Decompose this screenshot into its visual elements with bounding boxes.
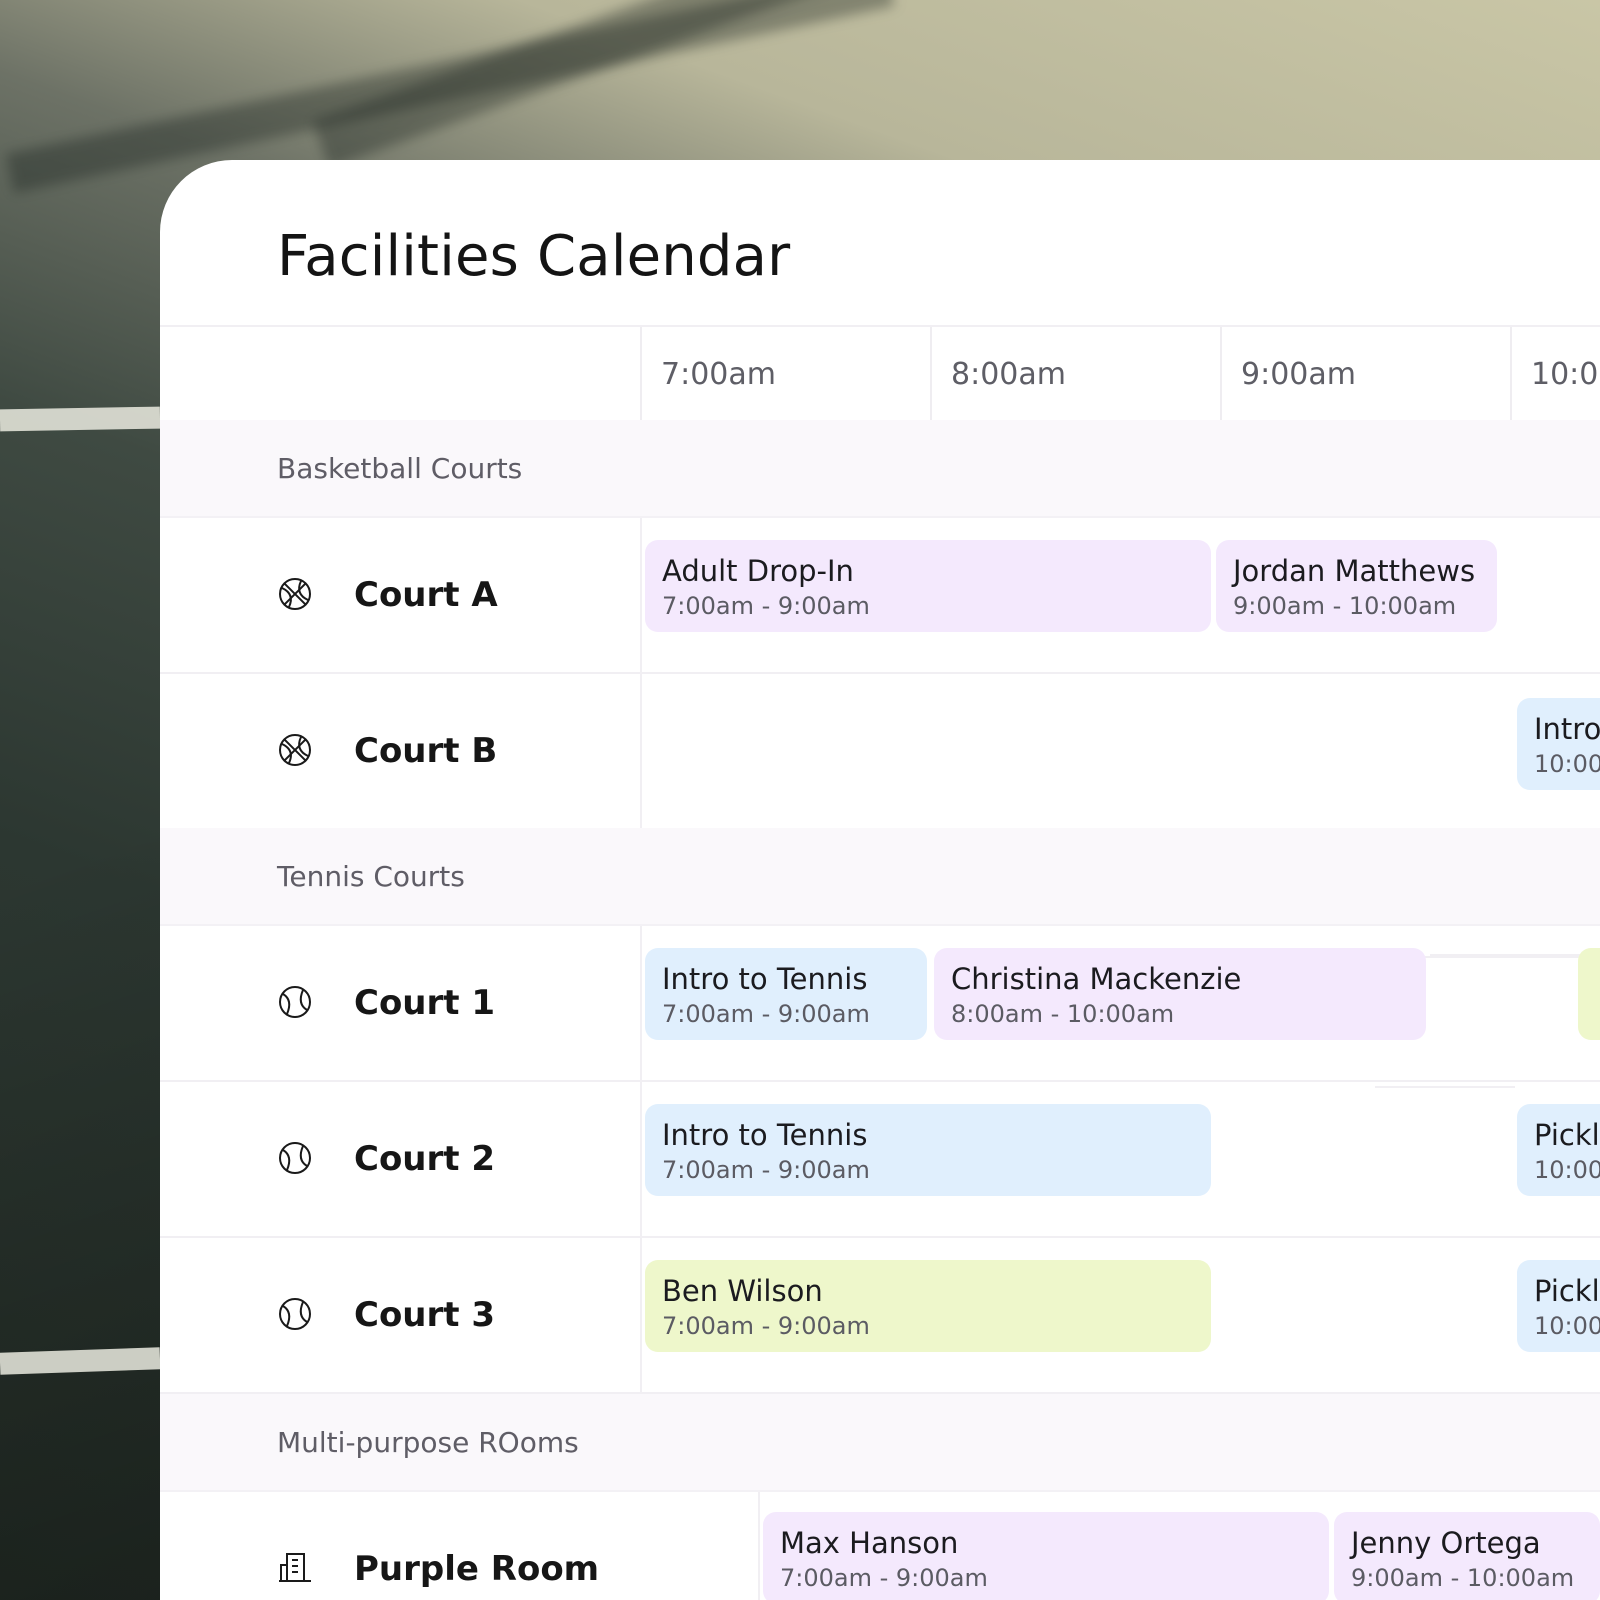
event-block[interactable]: Adult Drop-In 7:00am - 9:00am (645, 540, 1211, 632)
event-title: Max Hanson (780, 1526, 959, 1560)
event-block[interactable]: Jordan Matthews 9:00am - 10:00am (1216, 540, 1497, 632)
event-block[interactable]: Intro to Tennis 7:00am - 9:00am (645, 948, 927, 1040)
event-time: 7:00am - 9:00am (662, 1156, 870, 1184)
event-time: 9:00am - 10:00am (1351, 1564, 1575, 1592)
tennis-ball-icon (279, 1298, 311, 1330)
court-line (0, 1347, 161, 1375)
group-label: Basketball Courts (277, 451, 523, 485)
event-title: Ben Wilson (662, 1274, 823, 1308)
event-block[interactable]: Pickl 10:00 (1517, 1104, 1600, 1196)
group-header-tennis: Tennis Courts (160, 828, 1600, 926)
event-block[interactable]: Pickl 10:00 (1517, 1260, 1600, 1352)
time-header: 7:00am 8:00am 9:00am 10:00am (160, 325, 1600, 424)
basketball-icon (279, 734, 311, 766)
time-slot: 8:00am (930, 327, 1220, 422)
calendar-card: Facilities Calendar 7:00am 8:00am 9:00am… (160, 160, 1600, 1600)
event-time: 10:00 (1534, 1312, 1600, 1340)
resource-row-court-3: Court 3 Ben Wilson 7:00am - 9:00am Pickl… (160, 1238, 1600, 1394)
row-divider (758, 1492, 760, 1600)
time-slot: 9:00am (1220, 327, 1510, 422)
event-time: 10:00 (1534, 1156, 1600, 1184)
resource-name: Court 2 (354, 1139, 496, 1179)
background-shadow (312, 0, 988, 169)
resource-row-court-1: Court 1 Intro to Tennis 7:00am - 9:00am … (160, 926, 1600, 1082)
event-time: 7:00am - 9:00am (662, 1312, 870, 1340)
row-divider (640, 1082, 642, 1236)
resource-name: Purple Room (354, 1549, 600, 1589)
event-title: Christina Mackenzie (951, 962, 1242, 996)
row-divider (640, 926, 642, 1080)
event-time: 7:00am - 9:00am (662, 592, 870, 620)
event-title: Jenny Ortega (1351, 1526, 1541, 1560)
resource-row-court-a: Court A Adult Drop-In 7:00am - 9:00am Jo… (160, 518, 1600, 674)
event-title: Adult Drop-In (662, 554, 854, 588)
event-block[interactable]: Ben Wilson 7:00am - 9:00am (645, 1260, 1211, 1352)
event-title: Jordan Matthews (1233, 554, 1476, 588)
event-block[interactable]: Jenny Ortega 9:00am - 10:00am (1334, 1512, 1600, 1600)
event-title: Intro to Tennis (662, 1118, 868, 1152)
resource-name: Court 3 (354, 1295, 496, 1335)
event-block[interactable]: Max Hanson 7:00am - 9:00am (763, 1512, 1329, 1600)
event-title: Intro to Tennis (662, 962, 868, 996)
event-block[interactable]: Intro to Tennis 7:00am - 9:00am (645, 1104, 1211, 1196)
group-header-basketball: Basketball Courts (160, 420, 1600, 518)
time-slot: 7:00am (640, 327, 930, 422)
event-title: Pickl (1534, 1274, 1600, 1308)
court-line (0, 406, 161, 432)
tennis-ball-icon (279, 1142, 311, 1174)
event-title: Intro (1534, 712, 1600, 746)
row-divider (1375, 1086, 1515, 1088)
resource-row-court-b: Court B Intro 10:00 (160, 674, 1600, 958)
resource-name: Court B (354, 731, 498, 771)
event-time: 7:00am - 9:00am (780, 1564, 988, 1592)
group-label: Tennis Courts (277, 859, 465, 893)
row-divider (640, 518, 642, 672)
event-time: 9:00am - 10:00am (1233, 592, 1457, 620)
page-title: Facilities Calendar (277, 224, 791, 289)
basketball-icon (279, 578, 311, 610)
event-time: 8:00am - 10:00am (951, 1000, 1175, 1028)
event-block[interactable]: Christina Mackenzie 8:00am - 10:00am (934, 948, 1426, 1040)
event-time: 10:00 (1534, 750, 1600, 778)
resource-row-purple-room: Purple Room Max Hanson 7:00am - 9:00am J… (160, 1492, 1600, 1600)
resource-name: Court 1 (354, 983, 496, 1023)
row-divider (1430, 954, 1580, 956)
group-header-rooms: Multi-purpose ROoms (160, 1394, 1600, 1492)
resource-name: Court A (354, 575, 498, 615)
event-block[interactable]: Intro 10:00 (1517, 698, 1600, 790)
resource-row-court-2: Court 2 Intro to Tennis 7:00am - 9:00am … (160, 1082, 1600, 1238)
time-slot: 10:00am (1510, 327, 1600, 422)
row-divider (640, 1238, 642, 1392)
tennis-ball-icon (279, 986, 311, 1018)
event-title: Pickl (1534, 1118, 1600, 1152)
building-icon (279, 1553, 311, 1582)
event-time: 7:00am - 9:00am (662, 1000, 870, 1028)
event-block[interactable] (1578, 948, 1600, 1040)
row-divider (640, 674, 642, 828)
group-label: Multi-purpose ROoms (277, 1425, 579, 1459)
